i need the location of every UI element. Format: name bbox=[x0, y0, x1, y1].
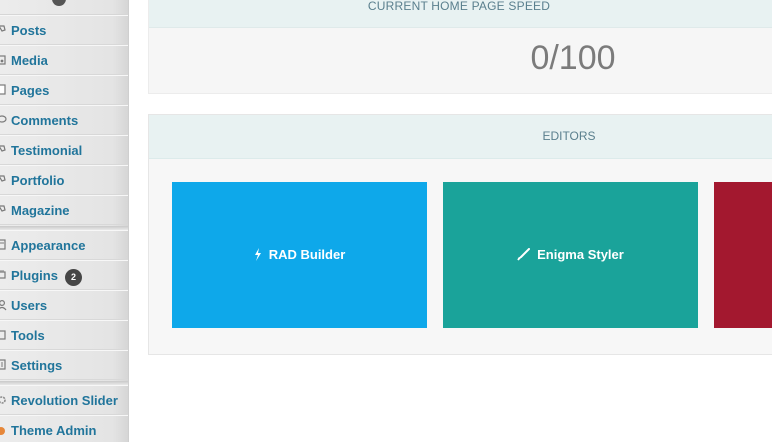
sidebar-item-settings[interactable]: Settings bbox=[0, 350, 128, 380]
speed-score: 0/100 bbox=[530, 39, 616, 77]
sidebar-item-media[interactable]: Media bbox=[0, 45, 128, 75]
update-count-dot bbox=[52, 0, 66, 6]
settings-icon bbox=[0, 359, 6, 370]
sidebar-top-item[interactable] bbox=[0, 0, 128, 15]
pushpin-icon bbox=[0, 175, 6, 182]
pushpin-icon bbox=[0, 205, 6, 212]
admin-sidebar: Posts Media Pages Comments Testimonial P… bbox=[0, 0, 129, 442]
panel-header: CURRENT HOME PAGE SPEED bbox=[149, 0, 772, 28]
pushpin-icon bbox=[0, 145, 6, 152]
sidebar-item-label: Users bbox=[11, 298, 48, 313]
panel-header: EDITORS bbox=[149, 115, 772, 159]
third-editor-tile[interactable] bbox=[714, 182, 772, 328]
editors-panel: EDITORS RAD Builder Enigma Styler bbox=[148, 114, 772, 355]
pages-icon bbox=[0, 84, 6, 95]
pushpin-icon bbox=[0, 25, 6, 32]
sidebar-item-portfolio[interactable]: Portfolio bbox=[0, 165, 128, 195]
panel-title: EDITORS bbox=[542, 129, 596, 143]
sidebar-item-plugins[interactable]: Plugins 2 bbox=[0, 260, 128, 290]
sidebar-item-label: Magazine bbox=[11, 203, 70, 218]
appearance-icon bbox=[0, 239, 6, 250]
sidebar-item-appearance[interactable]: Appearance bbox=[0, 230, 128, 260]
sidebar-item-label: Appearance bbox=[11, 238, 86, 253]
sidebar-item-comments[interactable]: Comments bbox=[0, 105, 128, 135]
rad-builder-tile[interactable]: RAD Builder bbox=[172, 182, 427, 328]
sidebar-item-label: Testimonial bbox=[11, 143, 83, 158]
media-icon bbox=[0, 55, 6, 65]
sidebar-item-magazine[interactable]: Magazine bbox=[0, 195, 128, 225]
sidebar-item-label: Portfolio bbox=[11, 173, 65, 188]
plugin-icon bbox=[0, 270, 6, 279]
sidebar-item-pages[interactable]: Pages bbox=[0, 75, 128, 105]
sidebar-item-theme-admin[interactable]: Theme Admin bbox=[0, 415, 128, 442]
sidebar-item-label: Pages bbox=[11, 83, 50, 98]
brush-icon bbox=[517, 248, 531, 261]
sidebar-item-users[interactable]: Users bbox=[0, 290, 128, 320]
sidebar-item-label: Tools bbox=[11, 328, 45, 343]
tile-label: RAD Builder bbox=[268, 247, 346, 263]
gear-icon bbox=[0, 396, 6, 404]
sidebar-item-testimonial[interactable]: Testimonial bbox=[0, 135, 128, 165]
sidebar-item-label: Media bbox=[11, 53, 48, 68]
tools-icon bbox=[0, 330, 6, 340]
comments-icon bbox=[0, 115, 7, 123]
users-icon bbox=[0, 300, 7, 311]
plugin-update-badge: 2 bbox=[65, 269, 82, 286]
panel-title: CURRENT HOME PAGE SPEED bbox=[367, 0, 551, 13]
sidebar-item-label: Plugins bbox=[11, 268, 58, 283]
sidebar-item-label: Revolution Slider bbox=[11, 393, 118, 408]
theme-admin-icon bbox=[0, 427, 5, 435]
lightning-icon bbox=[254, 248, 261, 262]
home-page-speed-panel: CURRENT HOME PAGE SPEED 0/100 bbox=[148, 0, 772, 94]
sidebar-item-label: Comments bbox=[11, 113, 79, 128]
tile-label: Enigma Styler bbox=[537, 247, 624, 263]
sidebar-item-tools[interactable]: Tools bbox=[0, 320, 128, 350]
sidebar-item-posts[interactable]: Posts bbox=[0, 15, 128, 45]
sidebar-item-label: Theme Admin bbox=[11, 423, 97, 438]
sidebar-item-label: Posts bbox=[11, 23, 47, 38]
sidebar-item-label: Settings bbox=[11, 358, 63, 373]
enigma-styler-tile[interactable]: Enigma Styler bbox=[443, 182, 698, 328]
sidebar-item-revolution-slider[interactable]: Revolution Slider bbox=[0, 385, 128, 415]
